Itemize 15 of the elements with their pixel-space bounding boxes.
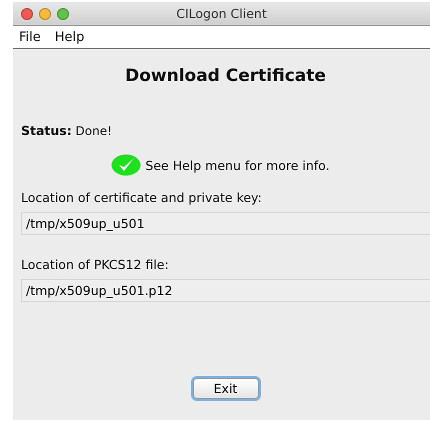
info-message: See Help menu for more info. bbox=[145, 158, 330, 172]
path-field[interactable]: /tmp/x509up_u501 bbox=[21, 212, 430, 235]
minimize-icon[interactable] bbox=[39, 8, 51, 20]
close-icon[interactable] bbox=[21, 8, 33, 20]
zoom-icon[interactable] bbox=[57, 8, 69, 20]
exit-button[interactable]: Exit bbox=[192, 378, 258, 399]
check-icon bbox=[111, 154, 142, 176]
menu-item[interactable]: File bbox=[19, 30, 41, 44]
heading: Download Certificate bbox=[124, 65, 327, 88]
window-title: CILogon Client bbox=[176, 6, 267, 21]
path-field[interactable]: /tmp/x509up_u501.p12 bbox=[21, 279, 430, 302]
status-text: Status: Done! bbox=[21, 123, 113, 138]
menu-item[interactable]: Help bbox=[54, 30, 84, 44]
field-label: Location of PKCS12 file: bbox=[21, 257, 170, 272]
field-label: Location of certificate and private key: bbox=[21, 190, 263, 205]
